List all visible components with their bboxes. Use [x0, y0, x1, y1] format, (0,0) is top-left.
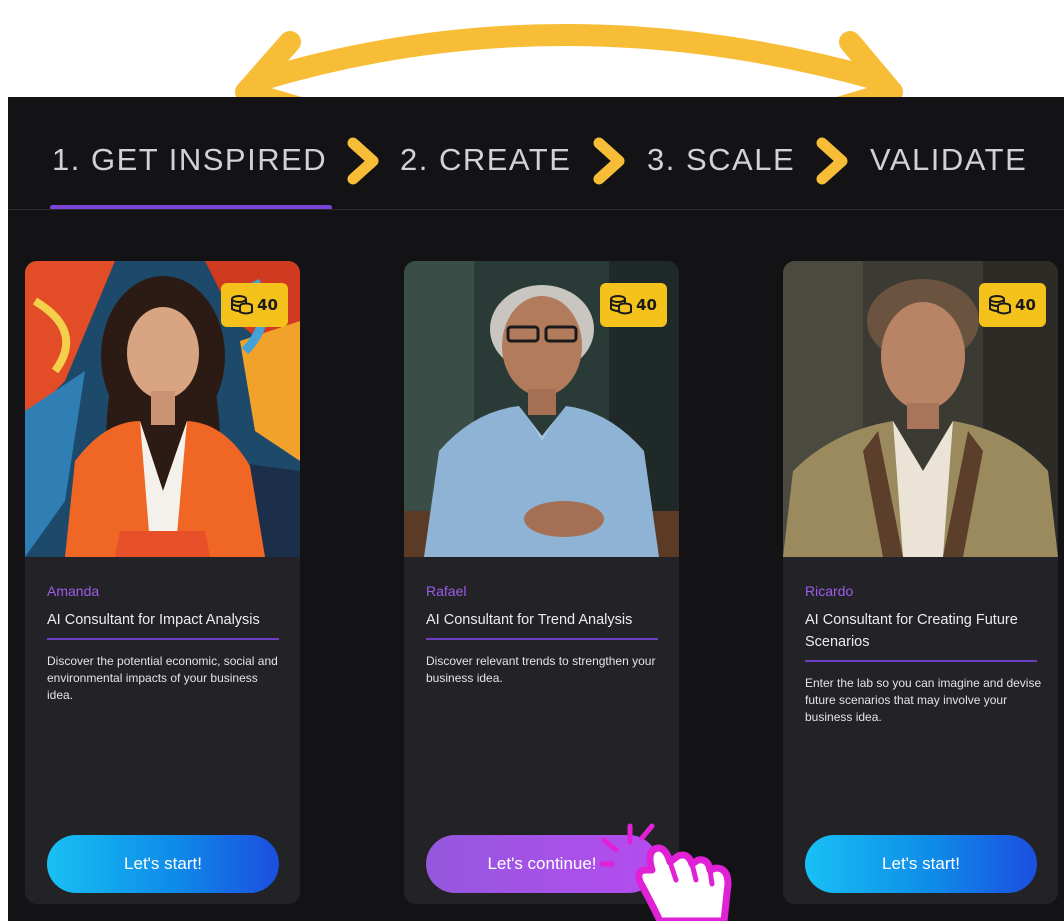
lets-start-button[interactable]: Let's start! — [805, 835, 1037, 893]
tabs-divider — [8, 209, 1064, 210]
consultant-name: Ricardo — [805, 583, 854, 599]
chevron-right-icon — [593, 137, 625, 185]
card-divider — [805, 660, 1037, 662]
tab-scale[interactable]: 3. SCALE — [647, 142, 795, 178]
lets-start-button[interactable]: Let's start! — [47, 835, 279, 893]
credits-badge: 40 — [600, 283, 667, 327]
chevron-right-icon — [816, 137, 848, 185]
card-divider — [47, 638, 279, 640]
credits-badge: 40 — [979, 283, 1046, 327]
consultant-role: AI Consultant for Creating Future Scenar… — [805, 612, 1018, 650]
credits-value: 40 — [636, 296, 657, 314]
consultant-photo: 40 — [783, 261, 1058, 557]
consultant-description: Discover relevant trends to strengthen y… — [426, 654, 656, 685]
consultant-photo: 40 — [404, 261, 679, 557]
coins-icon — [610, 295, 633, 315]
credits-value: 40 — [1015, 296, 1036, 314]
tab-validate[interactable]: VALIDATE — [870, 142, 1027, 178]
credits-badge: 40 — [221, 283, 288, 327]
chevron-right-icon — [347, 137, 379, 185]
consultant-role: AI Consultant for Impact Analysis — [47, 612, 260, 628]
steps-nav: 1. GET INSPIRED 2. CREATE 3. SCALE VALID… — [8, 97, 1064, 210]
coins-icon — [989, 295, 1012, 315]
consultant-card-ricardo: 40 Ricardo AI Consultant for Creating Fu… — [783, 261, 1058, 904]
card-divider — [426, 638, 658, 640]
hand-pointer-icon — [600, 823, 732, 921]
consultant-card-amanda: 40 Amanda AI Consultant for Impact Analy… — [25, 261, 300, 904]
consultant-name: Rafael — [426, 583, 467, 599]
consultant-name: Amanda — [47, 583, 100, 599]
tab-get-inspired[interactable]: 1. GET INSPIRED — [52, 142, 327, 178]
consultant-card-rafael: 40 Rafael AI Consultant for Trend Analys… — [404, 261, 679, 904]
consultant-description: Discover the potential economic, social … — [47, 654, 278, 702]
credits-value: 40 — [257, 296, 278, 314]
app-window: 1. GET INSPIRED 2. CREATE 3. SCALE VALID… — [8, 97, 1064, 921]
consultant-role: AI Consultant for Trend Analysis — [426, 612, 633, 628]
consultant-description: Enter the lab so you can imagine and dev… — [805, 676, 1042, 724]
tab-create[interactable]: 2. CREATE — [400, 142, 571, 178]
consultant-photo: 40 — [25, 261, 300, 557]
coins-icon — [231, 295, 254, 315]
